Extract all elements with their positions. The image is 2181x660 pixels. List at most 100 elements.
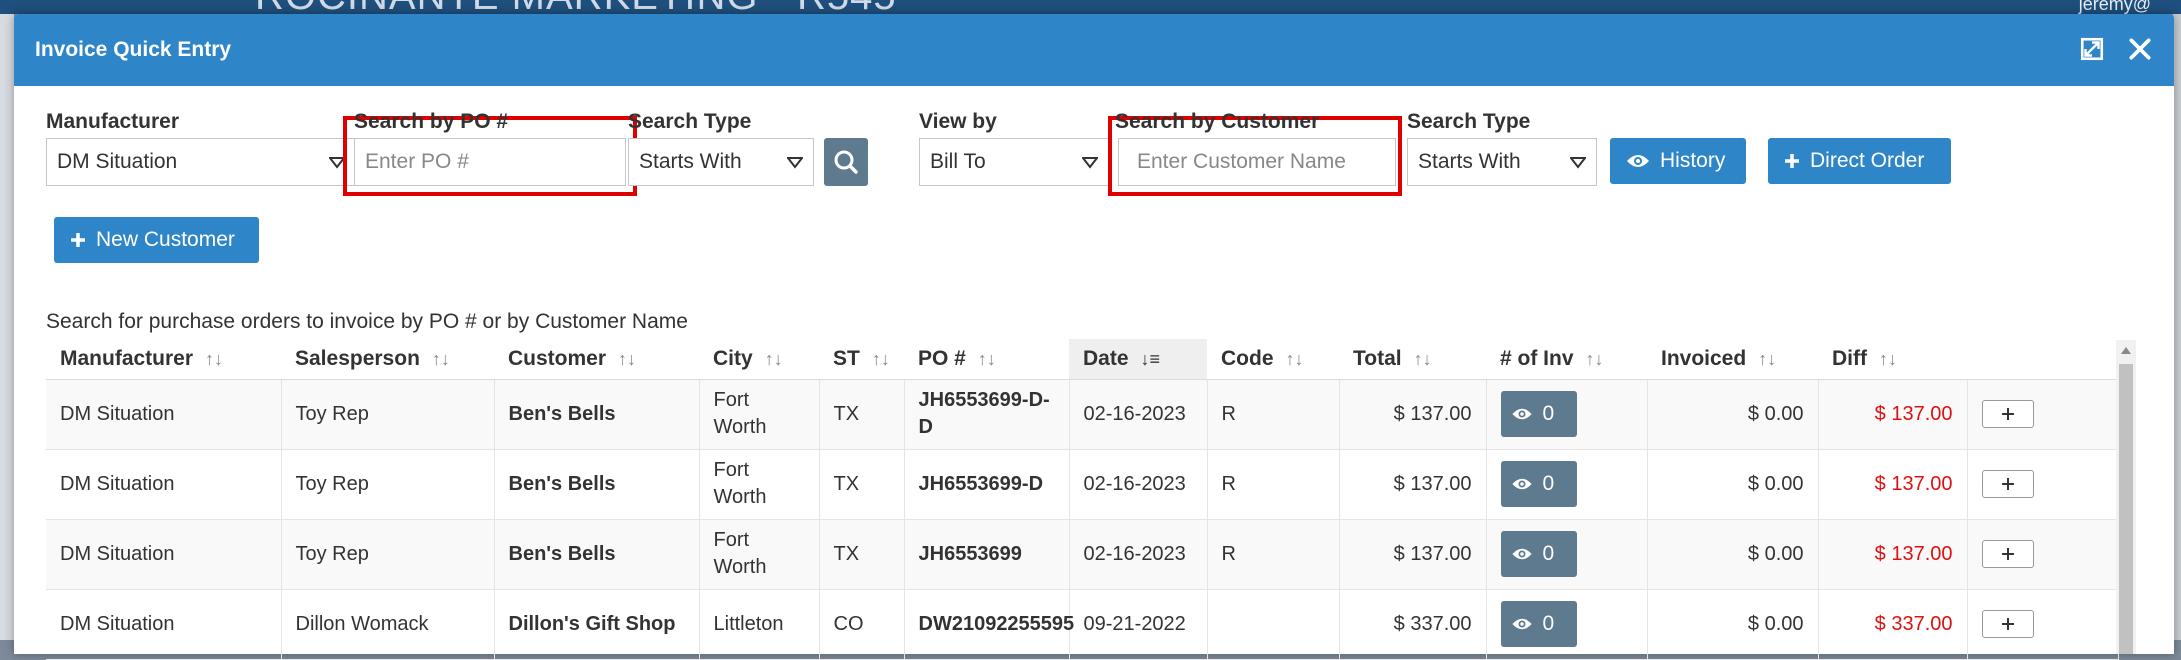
new-customer-button[interactable]: New Customer (54, 217, 259, 263)
add-invoice-button[interactable] (1981, 400, 2034, 428)
customer-search-type-select[interactable]: Starts With (1407, 138, 1597, 186)
po-search-label: Search by PO # (354, 110, 509, 133)
cell-code: R (1207, 519, 1340, 590)
scrollbar-thumb[interactable] (2119, 364, 2133, 654)
chevron-down-icon (787, 157, 803, 169)
add-invoice-button[interactable] (1981, 470, 2034, 498)
view-invoices-button[interactable]: 0 (1500, 461, 1577, 507)
column-header-po[interactable]: PO # ↑↓ (904, 339, 1069, 380)
cell-state: TX (819, 379, 905, 450)
view-invoices-button[interactable]: 0 (1500, 601, 1577, 647)
column-header-salesperson[interactable]: Salesperson ↑↓ (281, 339, 494, 380)
add-invoice-button[interactable] (1981, 610, 2034, 638)
plus-icon (71, 233, 85, 248)
cell-salesperson: Toy Rep (281, 449, 495, 520)
cell-num-inv: 0 (1486, 589, 1648, 660)
cell-diff: $ 337.00 (1818, 589, 1968, 660)
column-header-customer[interactable]: Customer ↑↓ (494, 339, 699, 380)
cell-invoiced: $ 0.00 (1647, 449, 1819, 520)
cell-customer: Ben's Bells (494, 449, 700, 520)
plus-icon (2001, 618, 2014, 631)
view-invoices-button[interactable]: 0 (1500, 391, 1577, 437)
customer-search-input[interactable]: Enter Customer Name (1118, 138, 1396, 186)
purchase-orders-table: Manufacturer ↑↓ Salesperson ↑↓ Customer ↑↓ … (46, 339, 2119, 660)
invoice-count: 0 (1542, 542, 1555, 565)
direct-order-button-label: Direct Order (1810, 149, 1925, 172)
cell-manufacturer: DM Situation (46, 449, 282, 520)
cell-salesperson: Toy Rep (281, 519, 495, 590)
modal-header: Invoice Quick Entry (14, 14, 2174, 86)
cell-code (1207, 589, 1340, 660)
cell-code: R (1207, 379, 1340, 450)
cell-total: $ 137.00 (1339, 449, 1487, 520)
column-header-city[interactable]: City ↑↓ (699, 339, 819, 380)
cell-date: 02-16-2023 (1069, 379, 1208, 450)
cell-manufacturer: DM Situation (46, 379, 282, 450)
cell-state: CO (819, 589, 905, 660)
cell-diff: $ 137.00 (1818, 519, 1968, 590)
sort-icon: ↑↓ (1879, 348, 1897, 369)
sort-icon: ↑↓ (1285, 348, 1304, 369)
plus-icon (1785, 154, 1799, 169)
cell-total: $ 137.00 (1339, 519, 1487, 590)
manufacturer-select[interactable]: DM Situation (46, 138, 356, 186)
cell-manufacturer: DM Situation (46, 589, 282, 660)
cell-po-number: DW21092255595 (904, 589, 1074, 660)
cell-diff: $ 137.00 (1818, 449, 1968, 520)
cell-actions (1967, 449, 2119, 520)
scroll-up-icon[interactable] (2121, 346, 2131, 354)
column-header-st[interactable]: ST ↑↓ (819, 339, 904, 380)
cell-num-inv: 0 (1486, 449, 1648, 520)
background-sidebar (0, 14, 14, 640)
sort-descending-icon: ↓≡ (1140, 348, 1161, 369)
column-header-invoiced[interactable]: Invoiced ↑↓ (1647, 339, 1818, 380)
invoice-count: 0 (1542, 402, 1555, 425)
chevron-down-icon (1570, 157, 1586, 169)
column-header-actions (1967, 339, 2118, 380)
column-header-diff[interactable]: Diff ↑↓ (1818, 339, 1967, 380)
cell-actions (1967, 589, 2119, 660)
modal-title: Invoice Quick Entry (35, 38, 232, 61)
close-icon[interactable] (2127, 36, 2153, 62)
table-row[interactable]: DM Situation Toy Rep Ben's Bells Fort Worth… (46, 519, 2119, 590)
sort-icon: ↑↓ (205, 348, 224, 369)
background-user-name: jeremy@ (2078, 0, 2151, 14)
table-scrollbar[interactable] (2116, 340, 2136, 654)
po-search-type-select[interactable]: Starts With (628, 138, 814, 186)
po-search-input[interactable]: Enter PO # (354, 138, 626, 186)
sort-icon: ↑↓ (431, 348, 450, 369)
view-invoices-button[interactable]: 0 (1500, 531, 1577, 577)
search-button[interactable] (824, 138, 868, 186)
cell-num-inv: 0 (1486, 519, 1648, 590)
cell-invoiced: $ 0.00 (1647, 589, 1819, 660)
expand-icon[interactable] (2079, 36, 2105, 62)
cell-customer: Ben's Bells (494, 519, 700, 590)
column-header-date[interactable]: Date ↓≡ (1069, 339, 1207, 380)
table-row[interactable]: DM Situation Toy Rep Ben's Bells Fort Worth… (46, 449, 2119, 520)
column-header-num-inv[interactable]: # of Inv ↑↓ (1486, 339, 1647, 380)
direct-order-button[interactable]: Direct Order (1768, 138, 1951, 184)
customer-search-label: Search by Customer (1115, 110, 1320, 133)
cell-total: $ 137.00 (1339, 379, 1487, 450)
cell-city: Fort Worth (699, 379, 820, 450)
sort-icon: ↑↓ (1413, 348, 1432, 369)
cell-customer: Ben's Bells (494, 379, 700, 450)
manufacturer-value: DM Situation (57, 150, 178, 173)
column-header-total[interactable]: Total ↑↓ (1339, 339, 1486, 380)
customer-search-type-label: Search Type (1407, 110, 1531, 133)
add-invoice-button[interactable] (1981, 540, 2034, 568)
history-button[interactable]: History (1610, 138, 1746, 184)
eye-icon (1627, 155, 1649, 168)
invoice-quick-entry-modal: Invoice Quick Entry Manufacturer DM Situ… (14, 14, 2174, 660)
column-header-code[interactable]: Code ↑↓ (1207, 339, 1339, 380)
cell-code: R (1207, 449, 1340, 520)
column-header-manufacturer[interactable]: Manufacturer ↑↓ (46, 339, 281, 380)
cell-po-number: JH6553699-D (904, 449, 1070, 520)
eye-icon (1511, 409, 1532, 420)
table-header-row: Manufacturer ↑↓ Salesperson ↑↓ Customer ↑↓ … (46, 339, 2118, 380)
table-row[interactable]: DM Situation Dillon Womack Dillon's Gift S… (46, 589, 2119, 660)
plus-icon (2001, 548, 2014, 561)
view-by-select[interactable]: Bill To (919, 138, 1109, 186)
invoice-count: 0 (1542, 472, 1555, 495)
table-row[interactable]: DM Situation Toy Rep Ben's Bells Fort Worth… (46, 379, 2119, 450)
